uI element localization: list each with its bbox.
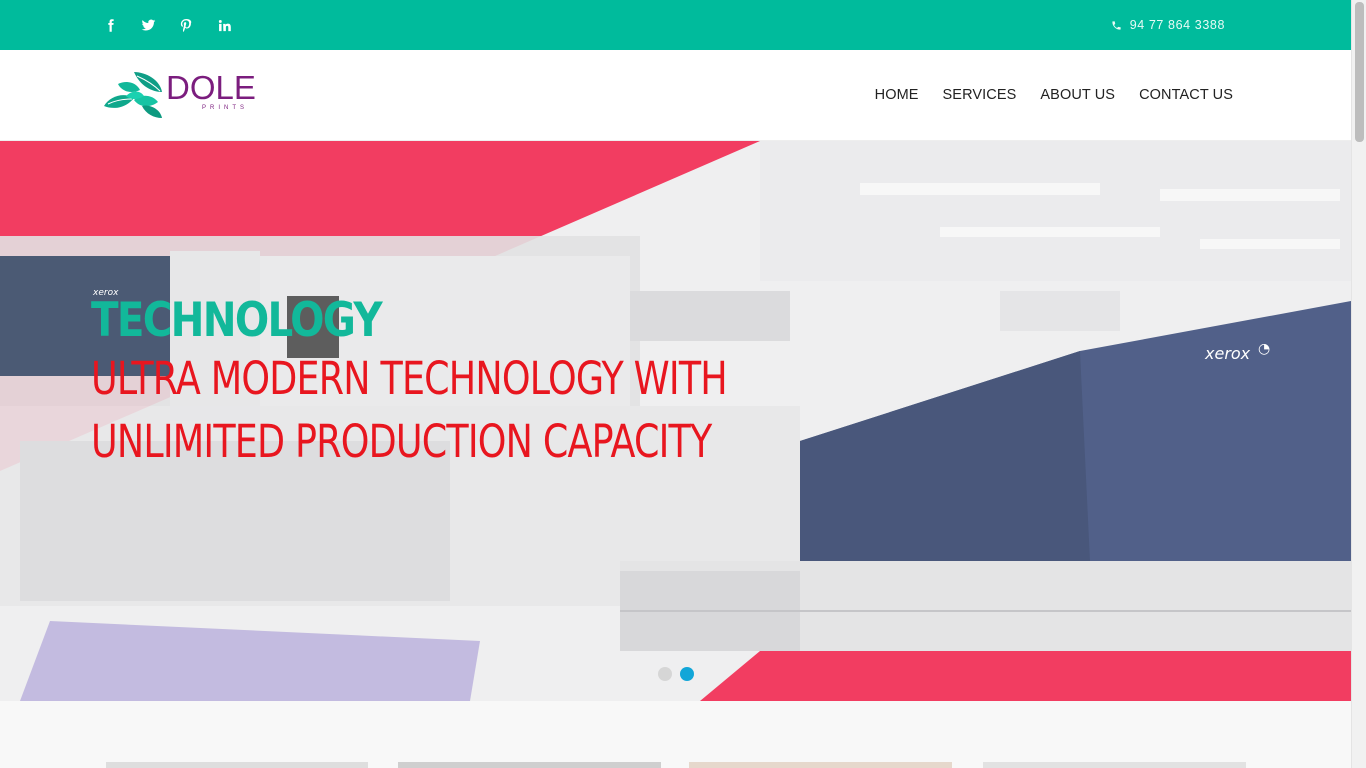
hero-subtitle-line1: ULTRA MODERN TECHNOLOGY WITH — [91, 352, 728, 405]
hero-caption: TECHNOLOGY ULTRA MODERN TECHNOLOGY WITH … — [91, 295, 876, 473]
linkedin-icon[interactable] — [214, 15, 234, 35]
site-header: DOLE PRINTS HOME SERVICES ABOUT US CONTA… — [0, 50, 1351, 141]
nav-contact-us[interactable]: CONTACT US — [1139, 87, 1233, 103]
service-card-3[interactable] — [689, 762, 952, 768]
phone-contact: 94 77 864 3388 — [1111, 0, 1225, 50]
logo[interactable]: DOLE PRINTS — [104, 68, 264, 120]
logo-wordmark: DOLE — [166, 69, 256, 106]
page-scrollbar[interactable] — [1351, 0, 1366, 768]
leaf-logo-icon — [104, 72, 162, 118]
slider-pagination — [658, 667, 702, 681]
main-nav: HOME SERVICES ABOUT US CONTACT US — [851, 50, 1233, 140]
slider-dot-1[interactable] — [658, 667, 672, 681]
pinterest-icon[interactable] — [176, 15, 196, 35]
social-links — [100, 0, 252, 50]
nav-about-us[interactable]: ABOUT US — [1040, 87, 1115, 103]
service-card-2[interactable] — [398, 762, 661, 768]
services-section — [0, 701, 1351, 768]
nav-home[interactable]: HOME — [875, 87, 919, 103]
logo-subtext: PRINTS — [202, 105, 249, 111]
service-card-4[interactable] — [983, 762, 1246, 768]
phone-icon — [1112, 20, 1121, 30]
facebook-icon[interactable] — [100, 15, 120, 35]
phone-number: 94 77 864 3388 — [1129, 18, 1225, 32]
hero-subtitle-line2: UNLIMITED PRODUCTION CAPACITY — [91, 415, 712, 468]
hero-title: TECHNOLOGY — [91, 293, 383, 348]
scrollbar-thumb[interactable] — [1355, 2, 1364, 142]
top-bar: 94 77 864 3388 — [0, 0, 1351, 50]
service-card-1[interactable] — [106, 762, 368, 768]
twitter-icon[interactable] — [138, 15, 158, 35]
nav-services[interactable]: SERVICES — [943, 87, 1017, 103]
slider-dot-2-active[interactable] — [680, 667, 694, 681]
hero-slider: xerox ◔ xerox TECHNOLOGY ULTRA MODERN TE… — [0, 141, 1351, 701]
